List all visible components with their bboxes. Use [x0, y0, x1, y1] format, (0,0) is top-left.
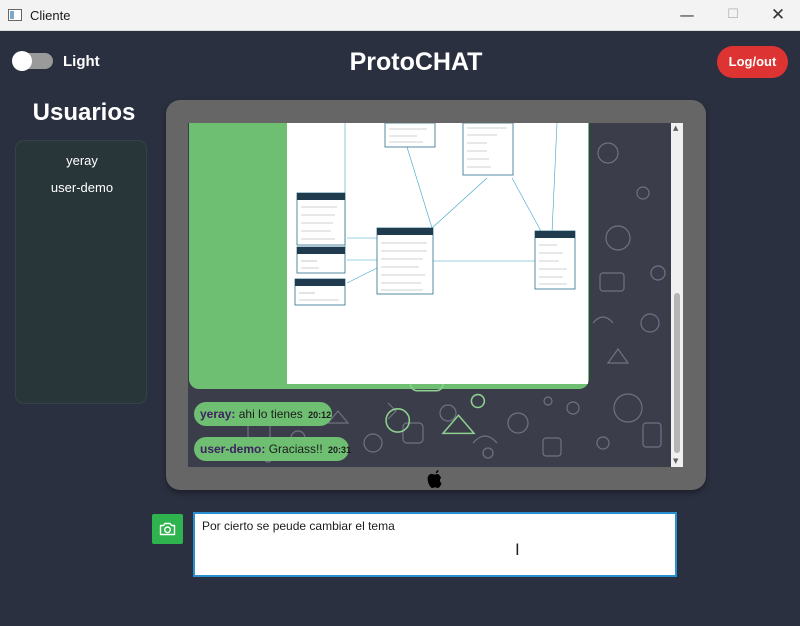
theme-toggle[interactable] [12, 51, 53, 71]
chat-message: user-demo: Graciass!! 20:31 [194, 437, 352, 461]
message-input[interactable] [193, 512, 677, 577]
er-diagram [294, 123, 576, 306]
logout-button[interactable]: Log/out [717, 46, 788, 78]
maximize-button[interactable]: ☐ [710, 0, 756, 31]
scroll-thumb[interactable] [674, 293, 680, 453]
scroll-up-arrow-icon[interactable]: ▲ [673, 124, 678, 132]
window-title: Cliente [30, 8, 71, 23]
toggle-knob [12, 51, 32, 71]
chat-scrollbar[interactable]: ▲ ▼ [671, 123, 683, 467]
chat-screen: yeray: ahi lo tienes 20:12 user-demo: Gr… [188, 123, 683, 467]
chat-message: yeray: ahi lo tienes 20:12 [194, 402, 332, 426]
window-titlebar: Cliente — ☐ ✕ [0, 0, 800, 31]
message-time: 20:31 [328, 445, 352, 455]
message-text: Graciass!! [268, 442, 323, 456]
message-text: ahi lo tienes [238, 407, 303, 421]
camera-icon [159, 522, 176, 536]
image-message[interactable] [189, 123, 589, 435]
app-title: ProtoCHAT [349, 48, 483, 76]
user-item-yeray[interactable]: yeray [16, 153, 148, 168]
apple-logo-icon [427, 470, 442, 488]
users-list: yeray user-demo [15, 140, 147, 404]
text-cursor-icon: I [515, 540, 520, 559]
chat-device-frame: yeray: ahi lo tienes 20:12 user-demo: Gr… [166, 100, 706, 490]
message-time: 20:12 [308, 410, 332, 420]
scroll-down-arrow-icon[interactable]: ▼ [673, 457, 678, 465]
users-title: Usuarios [32, 99, 136, 126]
diagram-image [287, 123, 588, 384]
user-item-user-demo[interactable]: user-demo [16, 180, 148, 195]
minimize-button[interactable]: — [664, 0, 710, 31]
theme-toggle-label: Light [63, 53, 100, 70]
message-author: yeray: [200, 407, 236, 421]
close-button[interactable]: ✕ [755, 0, 800, 31]
message-author: user-demo: [200, 442, 266, 456]
camera-button[interactable] [152, 514, 183, 544]
app-window-icon [8, 9, 22, 21]
